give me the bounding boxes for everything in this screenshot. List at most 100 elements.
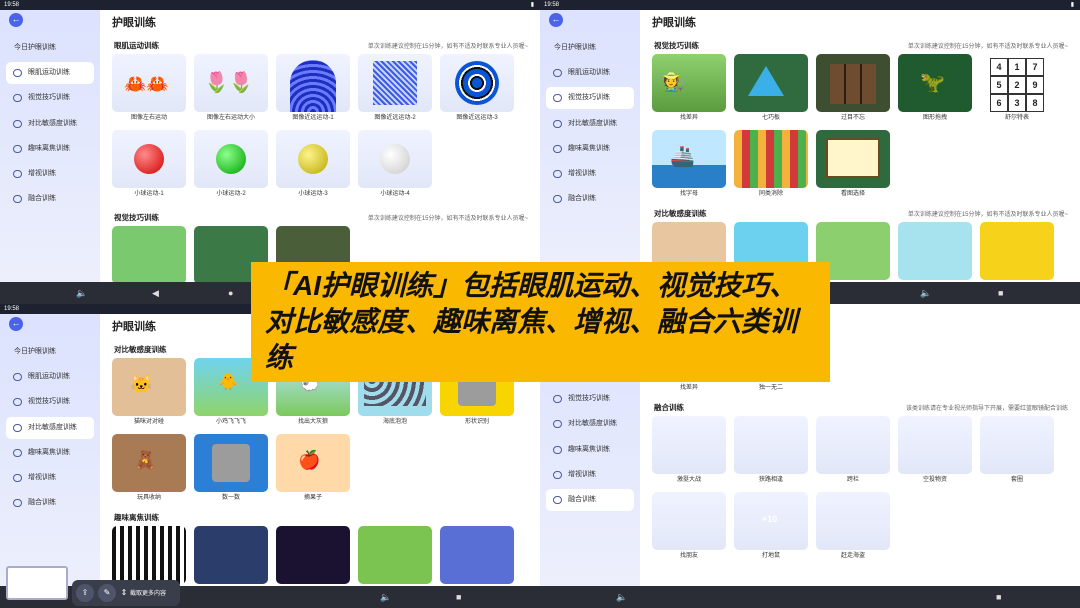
- section-title: 趣味离焦训练: [114, 513, 159, 522]
- card-shape-recognition[interactable]: [980, 222, 1054, 280]
- card-toy-storage[interactable]: 🧸 玩具收纳: [112, 434, 186, 506]
- eye-icon: [13, 69, 22, 77]
- card-spot-difference[interactable]: 🧑‍🌾 找差异: [652, 54, 726, 126]
- back-nav-icon[interactable]: ◀: [152, 288, 159, 299]
- card-image-near-far-3[interactable]: 图像近远运动-3: [440, 54, 514, 126]
- card-ring-toss[interactable]: 套圈: [980, 416, 1054, 488]
- sidebar-item-visual-skill[interactable]: 视觉技巧训练: [6, 87, 94, 109]
- today-training-link[interactable]: 今日护眼训练: [554, 42, 596, 52]
- card-ball-4[interactable]: 小球运动-4: [358, 130, 432, 202]
- card-image-near-far-2[interactable]: 图像近远运动-2: [358, 54, 432, 126]
- card-memory[interactable]: 过目不忘: [816, 54, 890, 126]
- card-unique[interactable]: 独一无二: [734, 382, 808, 396]
- score-badge: +10: [762, 514, 778, 524]
- card-defocus-2[interactable]: [194, 526, 268, 584]
- sidebar-item-visual-skill[interactable]: 视觉技巧训练: [546, 87, 634, 110]
- sidebar-item-contrast[interactable]: 对比敏感度训练: [6, 113, 94, 135]
- sidebar-item-eye-muscle[interactable]: 眼肌运动训练: [546, 62, 634, 84]
- defocus-icon: [13, 448, 22, 457]
- screenshot-toolbar: ⇪ ✎ ⇕ 截取更多内容: [72, 580, 180, 606]
- sidebar-item-contrast[interactable]: 对比敏感度训练: [6, 416, 94, 439]
- volume-icon[interactable]: 🔈: [920, 288, 931, 299]
- card-bubbles[interactable]: [898, 222, 972, 280]
- back-button[interactable]: ←: [9, 317, 23, 331]
- card-tangram[interactable]: 七巧板: [734, 54, 808, 126]
- sidebar-item-eye-muscle[interactable]: 眼肌运动训练: [6, 366, 94, 388]
- sidebar-item-visual-skill[interactable]: 视觉技巧训练: [546, 388, 634, 410]
- screenshot-thumbnail[interactable]: [6, 566, 68, 600]
- sidebar-item-defocus[interactable]: 趣味离焦训练: [546, 138, 634, 160]
- edit-button[interactable]: ✎: [98, 584, 116, 602]
- content: 护眼训练 视觉技巧训练 单次训练建议控制在15分钟，如有不适及时联系专业人员喔~ …: [640, 10, 1080, 304]
- sidebar-item-vision-boost[interactable]: 增视训练: [546, 163, 634, 185]
- scroll-capture-button[interactable]: 截取更多内容: [130, 588, 166, 597]
- home-nav-icon[interactable]: ●: [228, 288, 233, 298]
- contrast-icon: [553, 420, 562, 429]
- card-cat-match[interactable]: 🐱 猫咪对对碰: [112, 358, 186, 430]
- back-button[interactable]: ←: [549, 13, 563, 27]
- card-shape-drag[interactable]: 🦖 图形拖拽: [898, 54, 972, 126]
- sidebar-item-vision-boost[interactable]: 增视训练: [6, 163, 94, 185]
- card-ball-2[interactable]: 小球运动-2: [194, 130, 268, 202]
- card-spot-difference[interactable]: [112, 226, 186, 284]
- recents-nav-icon[interactable]: ■: [456, 592, 461, 602]
- card-ball-1[interactable]: 小球运动-1: [112, 130, 186, 202]
- card-image-near-far-1[interactable]: 图像近远运动-1: [276, 54, 350, 126]
- sliders-icon: [13, 170, 22, 179]
- card-narrow-road[interactable]: 狭路相逢: [734, 416, 808, 488]
- recents-nav-icon[interactable]: ■: [998, 288, 1003, 298]
- sidebar-item-fusion[interactable]: 融合训练: [546, 489, 634, 512]
- card-image-left-right-size[interactable]: 🌷🌷 图像左右运动大小: [194, 54, 268, 126]
- card-defocus-5[interactable]: [440, 526, 514, 584]
- card-spot-difference[interactable]: 找差异: [652, 382, 726, 396]
- sidebar-item-fusion[interactable]: 融合训练: [6, 492, 94, 514]
- card-find-letter[interactable]: 🚢 找字母: [652, 130, 726, 202]
- section-note: 单次训练建议控制在15分钟，如有不适及时联系专业人员喔~: [367, 44, 528, 50]
- volume-icon[interactable]: 🔈: [380, 592, 391, 603]
- today-training-link[interactable]: 今日护眼训练: [14, 346, 56, 356]
- back-button[interactable]: ←: [9, 13, 23, 27]
- status-bar: 19:58 ▮: [0, 0, 540, 10]
- sidebar-item-defocus[interactable]: 趣味离焦训练: [6, 442, 94, 464]
- sidebar-item-visual-skill[interactable]: 视觉技巧训练: [6, 391, 94, 413]
- contrast-icon: [13, 423, 22, 432]
- sidebar-item-defocus[interactable]: 趣味离焦训练: [546, 439, 634, 461]
- volume-icon[interactable]: 🔈: [616, 592, 627, 603]
- defocus-icon: [553, 445, 562, 454]
- card-image-left-right[interactable]: 🦀🦀 图像左右运动: [112, 54, 186, 126]
- sidebar-item-contrast[interactable]: 对比敏感度训练: [546, 113, 634, 135]
- card-defocus-3[interactable]: [276, 526, 350, 584]
- card-schulte[interactable]: 417 529 638 舒尔特表: [980, 54, 1054, 126]
- card-hurdle[interactable]: 跨栏: [816, 416, 890, 488]
- share-button[interactable]: ⇪: [76, 584, 94, 602]
- target-icon: [13, 94, 22, 103]
- today-training-link[interactable]: 今日护眼训练: [14, 42, 56, 52]
- card-match-eliminate[interactable]: 同类消除: [734, 130, 808, 202]
- card-ball-3[interactable]: 小球运动-3: [276, 130, 350, 202]
- card-defocus-4[interactable]: [358, 526, 432, 584]
- sidebar: ← 今日护眼训练 眼肌运动训练 视觉技巧训练 对比敏感度训练 趣味离焦训练 增视…: [0, 10, 100, 304]
- screen-visual-skill: 19:58 ▮ ← 今日护眼训练 眼肌运动训练 视觉技巧训练 对比敏感度训练 趣味…: [540, 0, 1080, 304]
- sidebar-item-contrast[interactable]: 对比敏感度训练: [546, 413, 634, 435]
- sidebar-item-eye-muscle[interactable]: 眼肌运动训练: [6, 62, 94, 84]
- card-picture-choice[interactable]: 看图选择: [816, 130, 890, 202]
- card-pick-fruit[interactable]: 🍎 摘果子: [276, 434, 350, 506]
- card-defocus-1[interactable]: [112, 526, 186, 584]
- sidebar: ← 今日护眼训练 眼肌运动训练 视觉技巧训练 对比敏感度训练 趣味离焦训练 增视…: [0, 314, 100, 608]
- card-airdrop[interactable]: 空投物资: [898, 416, 972, 488]
- sidebar-item-vision-boost[interactable]: 增视训练: [6, 467, 94, 489]
- volume-icon[interactable]: 🔈: [76, 288, 87, 299]
- fusion-icon: [13, 195, 22, 204]
- recents-nav-icon[interactable]: ■: [996, 592, 1001, 602]
- page-title: 护眼训练: [112, 17, 156, 29]
- card-find-friend[interactable]: 找朋友: [652, 492, 726, 564]
- card-battleship[interactable]: 激挺大战: [652, 416, 726, 488]
- sidebar-item-fusion[interactable]: 融合训练: [6, 188, 94, 210]
- sidebar-item-vision-boost[interactable]: 增视训练: [546, 464, 634, 486]
- sidebar-item-fusion[interactable]: 融合训练: [546, 188, 634, 210]
- card-count[interactable]: 数一数: [194, 434, 268, 506]
- card-pirates[interactable]: 赶走海盗: [816, 492, 890, 564]
- card-whack-mole[interactable]: +10 打地鼠: [734, 492, 808, 564]
- sidebar-item-defocus[interactable]: 趣味离焦训练: [6, 138, 94, 160]
- eye-icon: [553, 69, 562, 77]
